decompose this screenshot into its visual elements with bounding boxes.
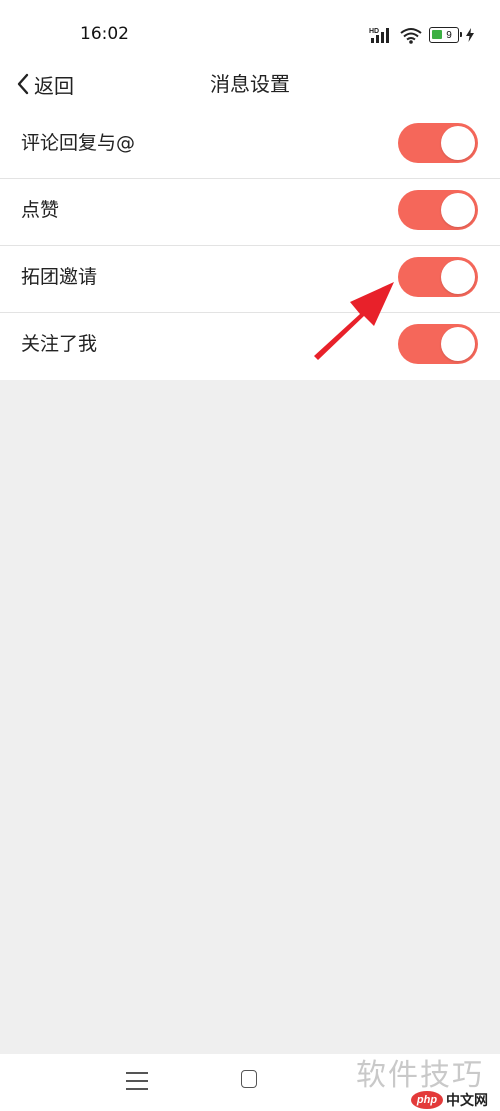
watermark-text: 软件技巧 [356, 1058, 484, 1093]
setting-row: 关注了我 [0, 313, 500, 380]
svg-text:HD: HD [369, 28, 379, 35]
setting-row: 评论回复与@ [0, 112, 500, 179]
hd-signal-icon: HD [369, 28, 389, 43]
toggle-switch[interactable] [398, 190, 478, 230]
watermark-badge: php 中文网 [411, 1090, 488, 1110]
php-logo: php [411, 1091, 443, 1109]
setting-label: 关注了我 [21, 333, 98, 355]
toggle-switch[interactable] [398, 324, 478, 364]
toggle-switch[interactable] [398, 123, 478, 163]
toggle-knob [441, 126, 475, 160]
wifi-icon [400, 27, 422, 44]
nav-header: 返回 消息设置 [0, 60, 500, 112]
toggle-knob [441, 193, 475, 227]
home-icon[interactable] [241, 1070, 257, 1088]
status-bar: 16:02 HD 9 [0, 0, 500, 60]
setting-label: 评论回复与@ [21, 132, 136, 154]
settings-list: 评论回复与@ 点赞 拓团邀请 关注了我 [0, 112, 500, 380]
toggle-knob [441, 327, 475, 361]
battery-level: 9 [446, 29, 452, 41]
battery-icon: 9 [429, 27, 462, 43]
setting-row: 拓团邀请 [0, 246, 500, 313]
watermark-badge-text: 中文网 [446, 1093, 488, 1109]
setting-row: 点赞 [0, 179, 500, 246]
page-title: 消息设置 [210, 72, 290, 96]
status-time: 16:02 [80, 24, 129, 44]
toggle-switch[interactable] [398, 257, 478, 297]
setting-label: 拓团邀请 [21, 266, 98, 288]
charging-icon [466, 28, 474, 42]
setting-label: 点赞 [21, 199, 60, 221]
status-icons: HD 9 [369, 26, 474, 44]
toggle-knob [441, 260, 475, 294]
menu-icon[interactable] [126, 1072, 148, 1090]
battery-fill [432, 30, 442, 39]
